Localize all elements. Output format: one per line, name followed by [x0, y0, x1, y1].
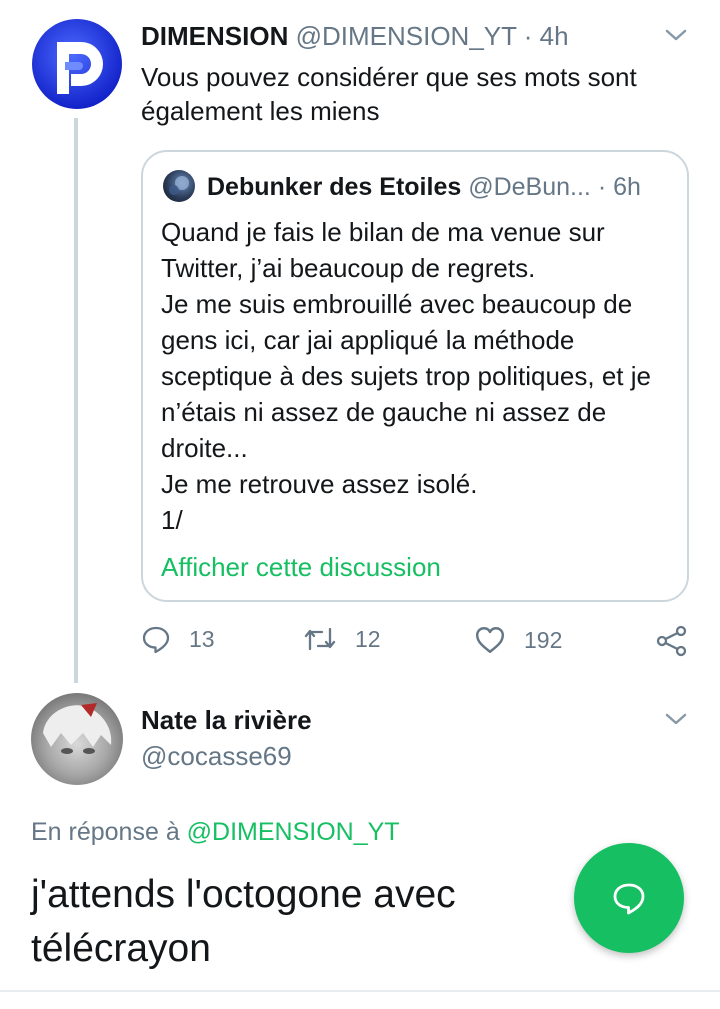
like-count: 192 [524, 626, 563, 653]
reply-prefix: En réponse à [31, 818, 180, 846]
reply-author-handle[interactable]: @cocasse69 [141, 740, 292, 772]
quoted-text-line: Je me suis embrouillé avec beaucoup de g… [161, 289, 651, 463]
quoted-tweet-card[interactable]: Debunker des Etoiles @DeBun... · 6h Quan… [141, 150, 689, 602]
quoted-author-name: Debunker des Etoiles [207, 173, 462, 201]
thread-line [74, 118, 78, 683]
reply-button[interactable]: 13 [141, 624, 215, 654]
tweet-detail-screen: DIMENSION @DIMENSION_YT · 4h Vous pouvez… [0, 0, 720, 1009]
quoted-tweet-header: Debunker des Etoiles @DeBun... · 6h [207, 172, 641, 202]
separator-dot: · [597, 173, 607, 201]
avatar[interactable] [163, 170, 195, 202]
show-thread-link[interactable]: Afficher cette discussion [161, 550, 441, 584]
author-name[interactable]: DIMENSION [141, 21, 288, 51]
reply-tweet-text: j'attends l'octogone avec télécrayon [31, 873, 456, 970]
reply-context: En réponse à @DIMENSION_YT [31, 816, 400, 848]
retweet-count: 12 [355, 625, 381, 652]
divider [0, 990, 720, 992]
quoted-text-line: 1/ [161, 505, 183, 535]
separator-dot: · [523, 21, 533, 51]
quoted-tweet-text: Quand je fais le bilan de ma venue sur T… [161, 214, 681, 538]
retweet-button[interactable]: 12 [303, 624, 381, 654]
quoted-tweet-time: 6h [613, 173, 641, 201]
compose-reply-button[interactable] [574, 843, 684, 953]
avatar[interactable] [31, 693, 123, 785]
like-icon [475, 627, 505, 653]
chevron-down-icon[interactable] [663, 22, 689, 48]
share-icon [656, 625, 687, 657]
reply-mention-link[interactable]: @DIMENSION_YT [187, 818, 400, 846]
tweet-time: 4h [539, 21, 569, 51]
quoted-text-line: Je me retrouve assez isolé. [161, 469, 478, 499]
tweet-header: DIMENSION @DIMENSION_YT · 4h [141, 20, 569, 52]
retweet-icon [304, 627, 336, 651]
reply-count: 13 [189, 625, 215, 652]
quoted-text-line: Quand je fais le bilan de ma venue sur T… [161, 217, 605, 283]
tweet-text: Vous pouvez considérer que ses mots sont… [141, 62, 637, 126]
compose-reply-icon [613, 883, 645, 915]
avatar[interactable] [31, 18, 123, 110]
share-button[interactable] [655, 624, 689, 658]
quoted-author-handle: @DeBun... [468, 173, 591, 201]
chevron-down-icon[interactable] [663, 706, 689, 732]
author-handle[interactable]: @DIMENSION_YT [296, 21, 517, 51]
like-button[interactable]: 192 [474, 624, 562, 656]
dimension-logo-icon [32, 19, 122, 109]
reply-icon [142, 626, 170, 654]
reply-author-name[interactable]: Nate la rivière [141, 704, 312, 736]
